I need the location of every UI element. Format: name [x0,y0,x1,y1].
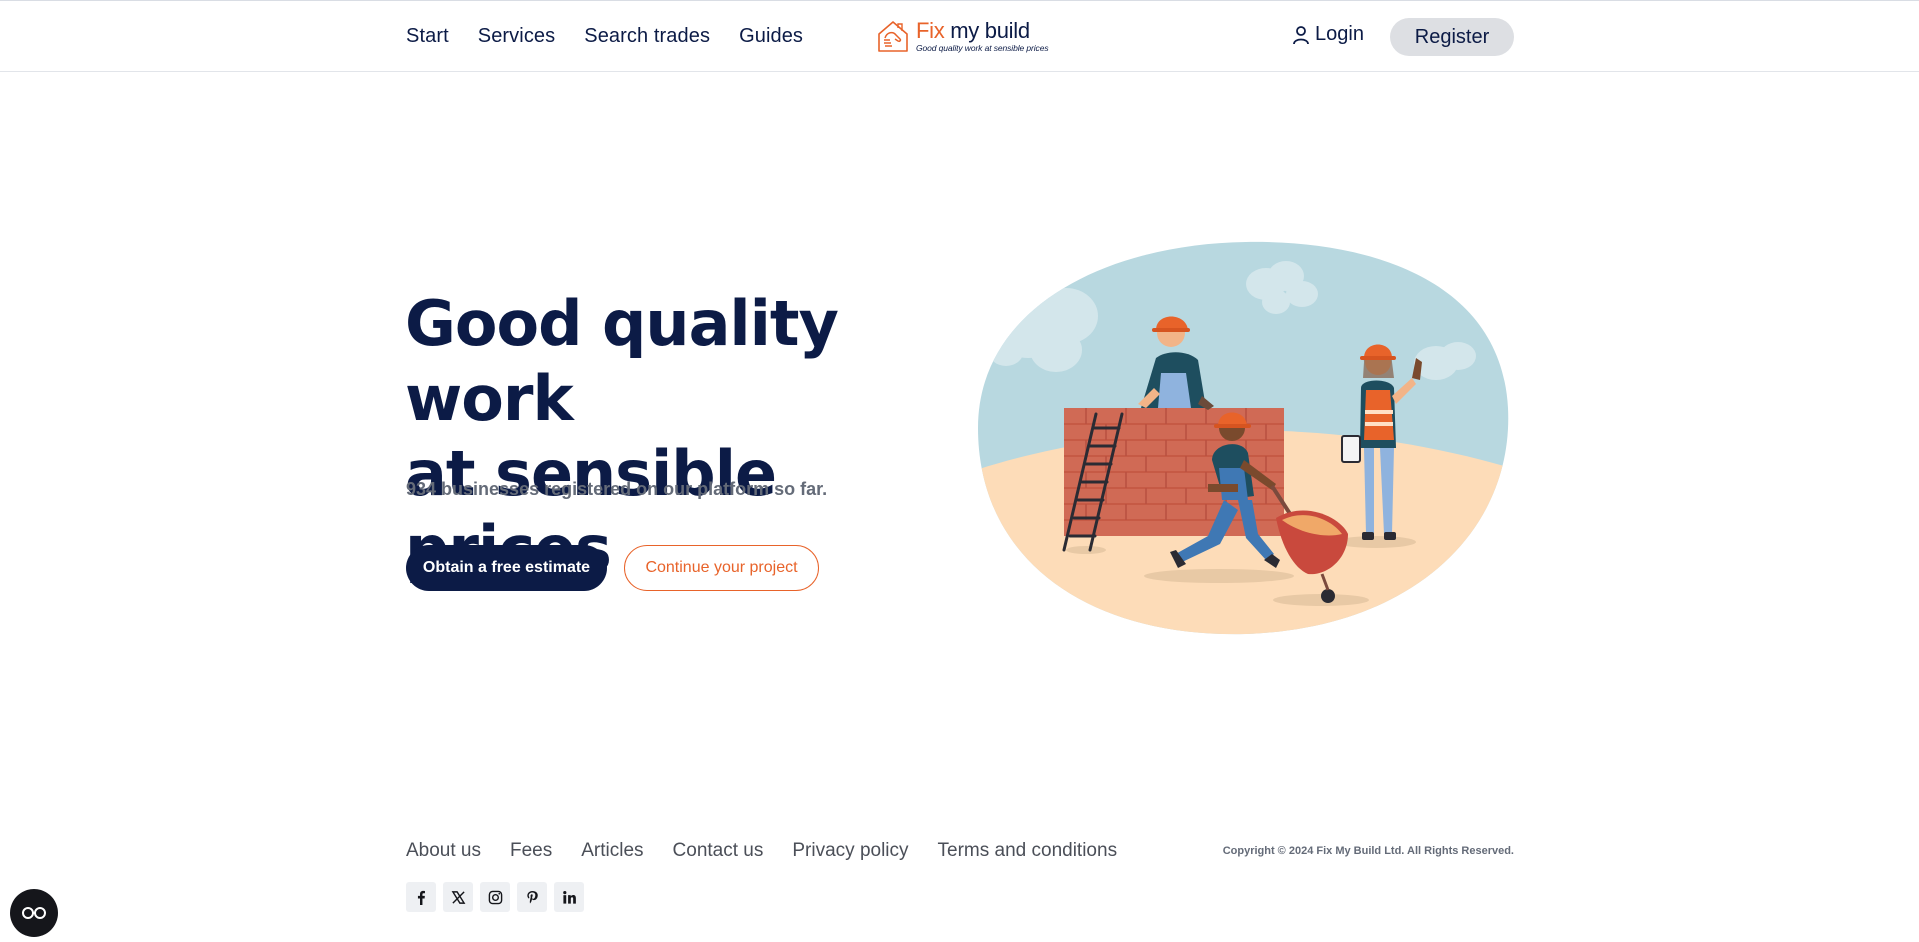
footer-nav: About us Fees Articles Contact us Privac… [406,840,1117,862]
accessibility-toggle-button[interactable] [10,889,58,937]
hero-subtitle: 934 businesses registered on our platfor… [406,479,828,499]
facebook-icon[interactable] [406,882,436,912]
main-nav: Start Services Search trades Guides [406,25,803,48]
footer-fees[interactable]: Fees [510,840,552,862]
continue-project-button[interactable]: Continue your project [624,545,819,591]
logo-fix: Fix [916,17,945,43]
social-links [406,882,584,912]
login-link[interactable]: Login [1290,23,1364,46]
copyright-text: Copyright © 2024 Fix My Build Ltd. All R… [1222,845,1514,857]
register-button[interactable]: Register [1390,18,1514,56]
footer-privacy-policy[interactable]: Privacy policy [792,840,908,862]
nav-start[interactable]: Start [406,25,449,48]
logo-rest: my build [944,17,1030,43]
footer-contact-us[interactable]: Contact us [673,840,764,862]
login-label: Login [1315,23,1364,45]
logo[interactable]: Fix my build Good quality work at sensib… [876,17,1049,54]
instagram-icon[interactable] [480,882,510,912]
hero-title: Good quality work at sensible prices [405,286,965,586]
nav-search-trades[interactable]: Search trades [584,25,710,48]
obtain-estimate-button[interactable]: Obtain a free estimate [406,545,607,591]
x-icon[interactable] [443,882,473,912]
pinterest-icon[interactable] [517,882,547,912]
user-icon [1293,25,1309,44]
footer-terms[interactable]: Terms and conditions [938,840,1118,862]
logo-tagline: Good quality work at sensible prices [916,42,1049,53]
footer-about-us[interactable]: About us [406,840,481,862]
nav-guides[interactable]: Guides [739,25,803,48]
top-navbar: Start Services Search trades Guides Fix … [0,0,1919,72]
hero-title-line1: Good quality work [405,287,839,435]
nav-services[interactable]: Services [478,25,556,48]
house-logo-icon [878,21,908,52]
builders-illustration [978,241,1509,635]
logo-title: Fix my build [916,17,1048,43]
glasses-icon [22,907,46,919]
linkedin-icon[interactable] [554,882,584,912]
footer-articles[interactable]: Articles [581,840,643,862]
